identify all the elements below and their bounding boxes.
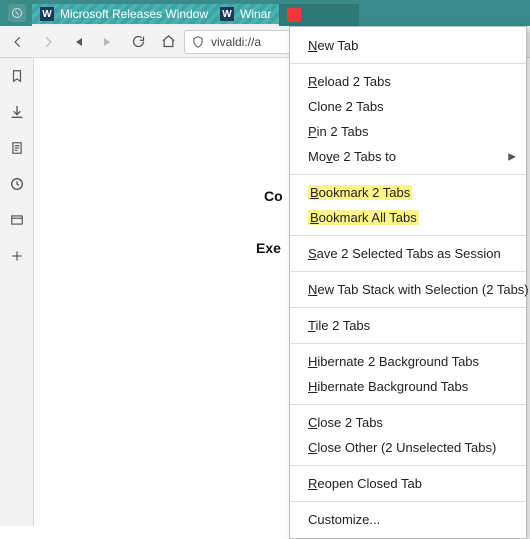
- menu-separator: [290, 501, 526, 502]
- window-panel-button[interactable]: [4, 208, 30, 232]
- page-text-1: Co: [264, 188, 283, 204]
- bookmarks-panel-button[interactable]: [4, 64, 30, 88]
- tab-1-label: Winar: [240, 7, 271, 21]
- favicon-w-icon: W: [40, 7, 54, 21]
- back-button[interactable]: [4, 29, 32, 55]
- menu-separator: [290, 465, 526, 466]
- add-panel-button[interactable]: [4, 244, 30, 268]
- notes-panel-button[interactable]: [4, 136, 30, 160]
- panel-sidebar: [0, 58, 34, 526]
- menu-separator: [290, 271, 526, 272]
- menu-new-tab-stack[interactable]: New Tab Stack with Selection (2 Tabs): [290, 277, 526, 302]
- menu-tile-tabs[interactable]: Tile 2 Tabs: [290, 313, 526, 338]
- reload-button[interactable]: [124, 29, 152, 55]
- menu-close-other-tabs[interactable]: Close Other (2 Unselected Tabs): [290, 435, 526, 460]
- menu-close-n-tabs[interactable]: Close 2 Tabs: [290, 410, 526, 435]
- menu-separator: [290, 307, 526, 308]
- menu-save-session[interactable]: Save 2 Selected Tabs as Session: [290, 241, 526, 266]
- site-info-icon: [191, 35, 205, 49]
- tab-0[interactable]: W Microsoft Releases Window: [32, 4, 212, 26]
- menu-bookmark-n-tabs[interactable]: Bookmark 2 Tabs: [290, 180, 526, 205]
- menu-move-tabs-to[interactable]: Move 2 Tabs to▶: [290, 144, 526, 169]
- downloads-panel-button[interactable]: [4, 100, 30, 124]
- address-text: vivaldi://a: [211, 35, 261, 49]
- page-text-2: Exe: [256, 240, 281, 256]
- forward-button[interactable]: [34, 29, 62, 55]
- favicon-vivaldi-icon: [287, 8, 301, 22]
- menu-reload-tabs[interactable]: Reload 2 Tabs: [290, 69, 526, 94]
- menu-hibernate-bg-tabs[interactable]: Hibernate Background Tabs: [290, 374, 526, 399]
- menu-separator: [290, 63, 526, 64]
- menu-bookmark-all-tabs[interactable]: Bookmark All Tabs: [290, 205, 526, 230]
- menu-separator: [290, 343, 526, 344]
- menu-customize[interactable]: Customize...: [290, 507, 526, 532]
- menu-new-tab[interactable]: New Tab: [290, 33, 526, 58]
- app-menu-button[interactable]: [8, 4, 26, 22]
- tab-1[interactable]: W Winar: [212, 4, 279, 26]
- chevron-right-icon: ▶: [508, 151, 516, 162]
- menu-clone-tabs[interactable]: Clone 2 Tabs: [290, 94, 526, 119]
- menu-separator: [290, 174, 526, 175]
- tab-2[interactable]: [279, 4, 359, 26]
- tab-strip: W Microsoft Releases Window W Winar: [32, 0, 530, 26]
- home-button[interactable]: [154, 29, 182, 55]
- menu-hibernate-n-bg-tabs[interactable]: Hibernate 2 Background Tabs: [290, 349, 526, 374]
- rewind-button[interactable]: [64, 29, 92, 55]
- menu-separator: [290, 235, 526, 236]
- menu-reopen-closed-tab[interactable]: Reopen Closed Tab: [290, 471, 526, 496]
- menu-pin-tabs[interactable]: Pin 2 Tabs: [290, 119, 526, 144]
- title-bar: W Microsoft Releases Window W Winar: [0, 0, 530, 26]
- fast-forward-button[interactable]: [94, 29, 122, 55]
- tab-context-menu: New Tab Reload 2 Tabs Clone 2 Tabs Pin 2…: [289, 26, 527, 539]
- history-panel-button[interactable]: [4, 172, 30, 196]
- favicon-w-icon: W: [220, 7, 234, 21]
- menu-separator: [290, 404, 526, 405]
- tab-0-label: Microsoft Releases Window: [60, 7, 208, 21]
